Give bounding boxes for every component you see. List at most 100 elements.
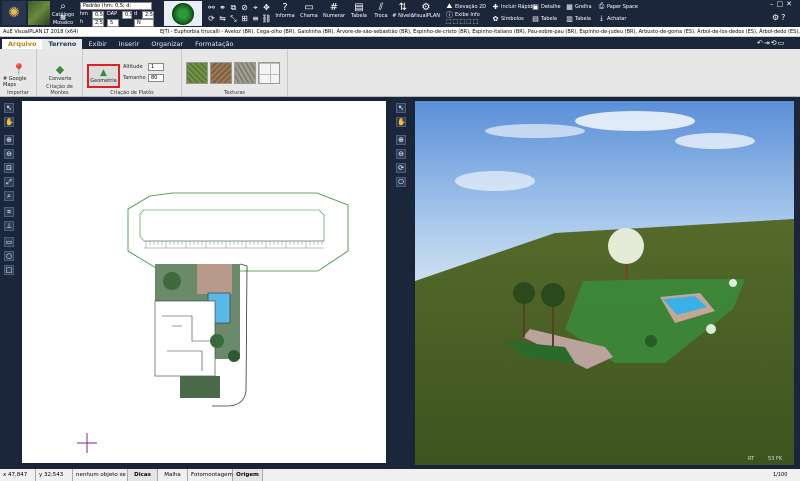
grelha-button[interactable]: ▦ Grelha	[566, 3, 591, 11]
geometria-button[interactable]: ▲ Geometria	[87, 64, 120, 88]
select-3d-icon[interactable]: ↖	[396, 103, 406, 113]
chama-button[interactable]: ▭ Chama	[298, 2, 320, 19]
mirror-icon[interactable]: ⇋	[217, 13, 228, 24]
informa-button[interactable]: ? Informa	[275, 2, 295, 19]
group-icon[interactable]: ⊞	[239, 13, 250, 24]
settings-icon[interactable]: ⚙	[772, 13, 781, 22]
h-input[interactable]: 2,5	[92, 19, 104, 27]
status-bar: x 47,847 y 32,543 nenhum objeto se Dicas…	[0, 469, 800, 481]
visualplan-button[interactable]: ⚙ VisualPLAN	[412, 2, 440, 19]
copy-icon[interactable]: ⧉	[228, 2, 239, 13]
menu-inserir[interactable]: Inserir	[113, 39, 146, 49]
layer-icon[interactable]: ▭	[4, 237, 14, 247]
tamanho-input[interactable]: 80	[148, 74, 164, 82]
n-select[interactable]: N	[134, 19, 154, 27]
garden-bottom	[180, 376, 220, 398]
texture-soil[interactable]	[210, 62, 232, 84]
zoom-indicator[interactable]: 1/100	[773, 469, 787, 481]
view-3d[interactable]: RT 53 FK	[415, 101, 794, 465]
menu-organizar[interactable]: Organizar	[145, 39, 189, 49]
altitude-input[interactable]: 1	[148, 63, 164, 71]
altitude-label: Altitude	[123, 64, 143, 70]
move-icon[interactable]: ✥	[261, 2, 272, 13]
hm-input[interactable]: 0,5	[92, 11, 104, 19]
plant-thumbnail[interactable]	[28, 1, 50, 25]
tabela3-button[interactable]: ▥ Tabela	[566, 15, 591, 23]
zoom-in-3d-icon[interactable]: ⊕	[396, 135, 406, 145]
value5-input[interactable]: 5	[107, 19, 119, 27]
plus-icon: ✚	[492, 2, 499, 11]
cloud-3	[485, 124, 585, 138]
help-icon[interactable]: ?	[781, 13, 787, 22]
google-maps-button[interactable]: 📍 # Google Maps	[3, 63, 35, 88]
ortho-icon[interactable]: ⊥	[4, 221, 14, 231]
shrub-3d-1	[729, 279, 737, 287]
menu-arquivo[interactable]: Arquivo	[2, 39, 43, 49]
close-icon[interactable]: ✕	[786, 0, 795, 8]
incluir-rapido-button[interactable]: ✚ Incluir Rápido	[492, 2, 536, 11]
d-input[interactable]: 2,5	[142, 11, 154, 19]
numerar-button[interactable]: # Numerar	[322, 2, 346, 19]
chain-icon[interactable]: ⛓	[261, 13, 272, 24]
zoom-out-3d-icon[interactable]: ⊖	[396, 149, 406, 159]
level-icon: ⇅	[398, 2, 408, 13]
gear-icon: ⚙	[421, 2, 431, 13]
link2-icon[interactable]: ⚭	[217, 2, 228, 13]
pattern-select[interactable]: Padrão (hm: 0,5; d:	[80, 2, 152, 10]
square-icon[interactable]: □	[4, 265, 14, 275]
troca-button[interactable]: ⫽ Troca	[371, 2, 391, 19]
rotate-icon[interactable]: ⟳	[206, 13, 217, 24]
dicas-button[interactable]: Dicas	[128, 469, 158, 481]
refresh-icon[interactable]: ⟲	[771, 39, 778, 47]
zoom-extents-icon[interactable]: ⤢	[4, 177, 14, 187]
converte-button[interactable]: ◆ Converte	[45, 63, 75, 82]
circle-icon[interactable]: ○	[4, 251, 14, 261]
pan-hand-icon[interactable]: ✋	[4, 117, 14, 127]
ribbon: 📍 # Google Maps Importar ◆ Converte Cria…	[0, 49, 800, 97]
fotomontagem-button[interactable]: Fotomontagem	[188, 469, 233, 481]
plan-view[interactable]	[22, 101, 386, 463]
scale-icon[interactable]: ⤡	[228, 13, 239, 24]
orbit-3d-icon[interactable]: ⟳	[396, 163, 406, 173]
malha-button[interactable]: Malha	[158, 469, 188, 481]
paper-space-button[interactable]: ⎙ Paper Space	[598, 2, 638, 10]
back-icon[interactable]: ↶	[757, 39, 764, 47]
tabela2-button[interactable]: ▤ Tabela	[532, 15, 557, 23]
zoom-in-icon[interactable]: ⊕	[4, 135, 14, 145]
link-icon[interactable]: ⚯	[206, 2, 217, 13]
menu-formatacao[interactable]: Formatação	[189, 39, 239, 49]
menu-terreno[interactable]: Terreno	[42, 39, 83, 49]
plant-preview[interactable]	[164, 1, 202, 26]
pan-3d-icon[interactable]: ✋	[396, 117, 406, 127]
mosaic-button[interactable]: ▦ Mosaico	[52, 14, 74, 27]
maximize-icon[interactable]: □	[777, 0, 787, 8]
tamanho-label: Tamanho	[123, 75, 146, 81]
menu-exibir[interactable]: Exibir	[82, 39, 112, 49]
snap-icon[interactable]: ⌖	[250, 2, 261, 13]
select-arrow-icon[interactable]: ↖	[4, 103, 14, 113]
zoom-window-icon[interactable]: ⊡	[4, 163, 14, 173]
tabela-button[interactable]: ▤ Tabela	[348, 2, 370, 19]
magnify-icon[interactable]: ⌕	[4, 191, 14, 201]
achatar-button[interactable]: ⤓ Achatar	[598, 14, 626, 22]
align-icon[interactable]: ≡	[250, 13, 261, 24]
nivelo-button[interactable]: ⇅ # Nívelo	[392, 2, 414, 19]
split-icon[interactable]: ⊘	[239, 2, 250, 13]
zoom-out-icon[interactable]: ⊖	[4, 149, 14, 159]
texture-gravel[interactable]	[234, 62, 256, 84]
snap-grid-icon[interactable]: ⌗	[4, 207, 14, 217]
dap-input[interactable]: 0,5	[122, 11, 132, 19]
origem-button[interactable]: Origem	[233, 469, 263, 481]
exibe-info-button[interactable]: ⓘ Exibe Info	[446, 11, 480, 19]
app-logo[interactable]: ✺	[2, 1, 26, 25]
cloud-4	[455, 171, 535, 191]
export-icon[interactable]: ⇥	[764, 39, 771, 47]
group-platos: ▲ Geometria Altitude 1 Tamanho 80 Criaçã…	[83, 49, 182, 97]
window-icon[interactable]: ▭	[778, 39, 786, 47]
species-list: EJTI - Euphorbia tirucalli - Aveloz (BR)…	[160, 29, 800, 35]
texture-grass[interactable]	[186, 62, 208, 84]
simbolos-button[interactable]: ✿ Símbolos	[492, 15, 524, 23]
texture-tiles[interactable]	[258, 62, 280, 84]
camera-3d-icon[interactable]: ⎔	[396, 177, 406, 187]
detalhe-button[interactable]: ▣ Detalhe	[532, 3, 560, 11]
